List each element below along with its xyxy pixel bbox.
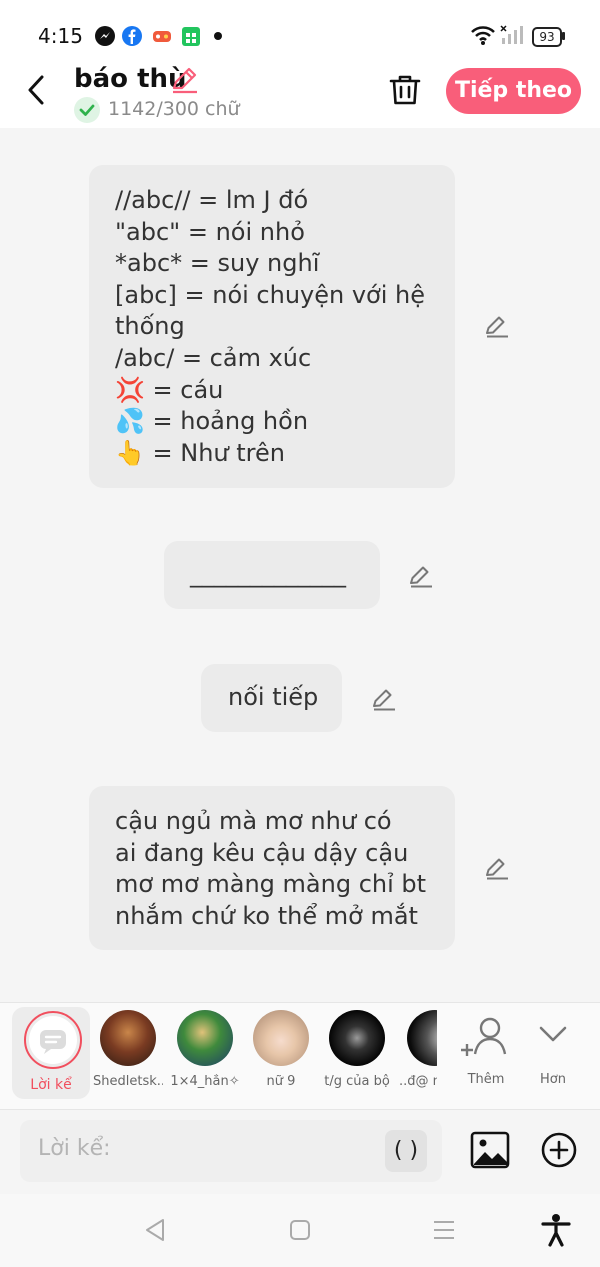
facebook-icon [122, 26, 142, 46]
character-avatar[interactable]: 1×4_hắn✧ [170, 1010, 240, 1089]
message-line: 💢 = cáu [115, 375, 224, 404]
battery-nub [562, 32, 565, 40]
message-line: "abc" = nói nhỏ [115, 217, 305, 246]
message-bubble[interactable]: _____________ [164, 541, 380, 609]
message-line: 💦 = hoảng hồn [115, 407, 309, 436]
more-label: Thêm [467, 1072, 505, 1087]
battery-indicator: 93 [532, 27, 562, 47]
narrator-label: Lời kể [30, 1077, 72, 1093]
character-name: nữ 9 [266, 1074, 296, 1089]
narrator-avatar [29, 1016, 77, 1064]
character-name: t/g của bộ [324, 1074, 390, 1089]
message-bubble[interactable]: cậu ngủ mà mơ như có ai đang kêu cậu dậy… [89, 786, 455, 950]
avatar [177, 1010, 233, 1066]
message-line: mơ mơ màng màng chỉ bt [115, 870, 427, 899]
chevron-down-icon [539, 1026, 567, 1042]
avatar [253, 1010, 309, 1066]
message-line: thống [115, 312, 185, 341]
add-character-button[interactable]: Thêm [455, 1012, 517, 1087]
message-line: ai đang kêu cậu dậy cậu [115, 838, 409, 867]
character-name: ..đ@ nh [399, 1074, 437, 1089]
avatar [329, 1010, 385, 1066]
message-line: *abc* = suy nghĩ [115, 249, 320, 278]
messenger-icon [95, 26, 115, 46]
expand-label: Hơn [540, 1072, 566, 1087]
status-time: 4:15 [38, 24, 83, 48]
back-button[interactable] [22, 72, 52, 108]
message-line: _____________ [190, 560, 346, 588]
title-edit-icon[interactable] [170, 66, 200, 98]
edit-pencil-icon[interactable] [371, 687, 397, 715]
add-icon[interactable] [540, 1131, 578, 1173]
back-arrow-icon [28, 75, 44, 105]
character-avatar[interactable]: nữ 9 [246, 1010, 316, 1089]
nav-menu-icon[interactable] [432, 1219, 456, 1245]
add-person-icon [461, 1017, 507, 1056]
speech-bubble-icon [40, 1030, 66, 1054]
message-bubble[interactable]: //abc// = lm J đó "abc" = nói nhỏ *abc* … [89, 165, 455, 488]
game-icon [152, 27, 172, 45]
expand-button[interactable]: Hơn [527, 1012, 579, 1087]
message-line: 👆 = Như trên [115, 438, 285, 467]
edit-pencil-icon[interactable] [484, 314, 510, 342]
message-line: nhắm chứ ko thể mở mắt [115, 901, 418, 930]
message-line: //abc// = lm J đó [115, 186, 309, 214]
next-button[interactable]: Tiếp theo [446, 68, 581, 114]
character-name: 1×4_hắn✧ [170, 1074, 240, 1089]
parentheses-button[interactable]: ( ) [385, 1130, 427, 1172]
message-line: nối tiếp [228, 683, 319, 711]
character-avatar[interactable]: Shedletsk... [93, 1010, 163, 1089]
image-icon[interactable] [470, 1130, 510, 1174]
character-avatar[interactable]: t/g của bộ [322, 1010, 392, 1089]
character-count: 1142/300 chữ [108, 98, 240, 120]
message-line: [abc] = nói chuyện với hệ [115, 280, 426, 309]
character-name: Shedletsk... [93, 1074, 163, 1089]
calendar-icon [181, 25, 201, 47]
wifi-icon [470, 24, 496, 50]
message-line: /abc/ = cảm xúc [115, 343, 312, 372]
message-bubble[interactable]: nối tiếp [201, 664, 342, 732]
character-avatar[interactable]: ..đ@ nh [399, 1010, 437, 1089]
avatar [100, 1010, 156, 1066]
nav-back-icon[interactable] [143, 1217, 167, 1247]
input-placeholder: Lời kể: [38, 1136, 111, 1161]
signal-icon [500, 24, 524, 50]
edit-pencil-icon[interactable] [484, 856, 510, 884]
avatar [407, 1010, 437, 1066]
trash-icon[interactable] [388, 74, 422, 110]
message-line: cậu ngủ mà mơ như có [115, 807, 392, 835]
nav-home-icon[interactable] [289, 1219, 311, 1245]
edit-pencil-icon[interactable] [408, 564, 434, 592]
check-icon [74, 97, 100, 123]
notification-dot [214, 32, 222, 40]
accessibility-icon[interactable] [541, 1213, 571, 1251]
